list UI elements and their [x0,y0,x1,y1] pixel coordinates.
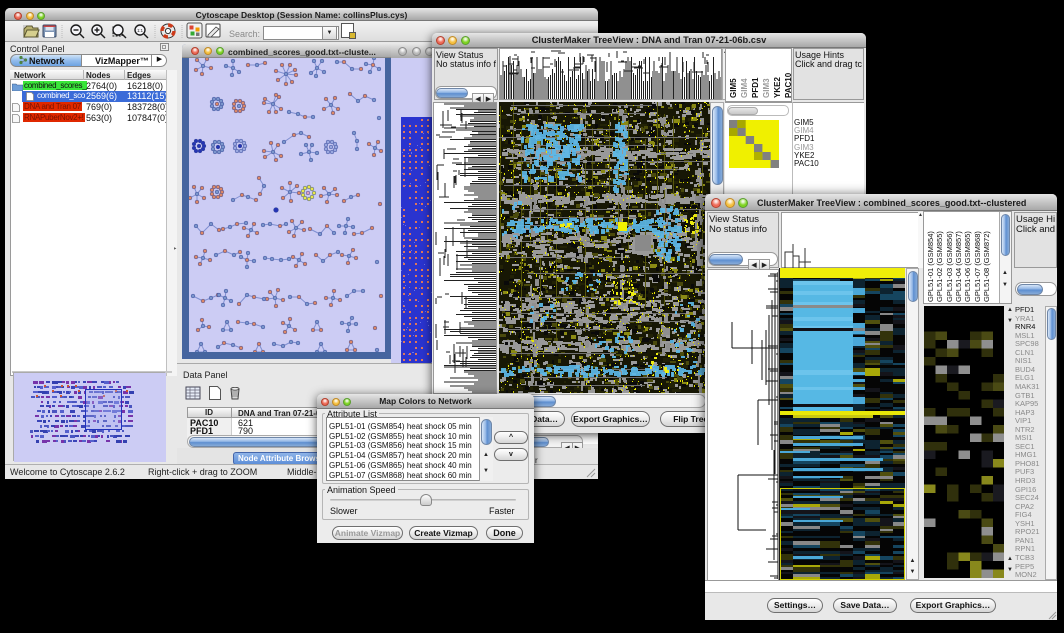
svg-text:1:1: 1:1 [137,28,143,33]
